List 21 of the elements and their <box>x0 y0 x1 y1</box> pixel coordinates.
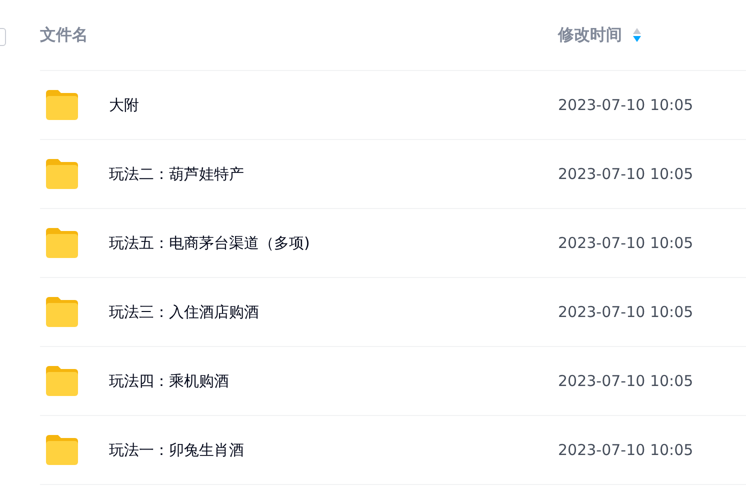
modified-time: 2023-07-10 10:05 <box>558 303 694 321</box>
folder-icon <box>44 89 80 121</box>
folder-name[interactable]: 玩法一：卯兔生肖酒 <box>109 440 244 460</box>
modified-time: 2023-07-10 10:05 <box>558 372 694 390</box>
modified-time: 2023-07-10 10:05 <box>558 96 694 114</box>
modified-time: 2023-07-10 10:05 <box>558 165 694 183</box>
folder-icon <box>44 365 80 397</box>
folder-name[interactable]: 玩法五：电商茅台渠道（多项) <box>109 234 310 252</box>
folder-name[interactable]: 玩法四：乘机购酒 <box>109 372 229 390</box>
modified-time: 2023-07-10 10:05 <box>558 441 694 459</box>
column-header: 文件名 <box>40 24 89 46</box>
folder-name[interactable]: 玩法三：入住酒店购酒 <box>109 302 259 322</box>
folder-icon <box>44 158 80 190</box>
folder-name[interactable]: 玩法二：葫芦娃特产 <box>109 164 244 184</box>
folder-name[interactable]: 大附 <box>109 96 139 114</box>
column-header[interactable]: 修改时间 <box>558 24 622 46</box>
folder-icon <box>44 296 80 328</box>
folder-icon <box>44 434 80 466</box>
modified-time: 2023-07-10 10:05 <box>558 234 694 252</box>
folder-icon <box>44 227 80 259</box>
sort-icon[interactable] <box>632 27 642 43</box>
